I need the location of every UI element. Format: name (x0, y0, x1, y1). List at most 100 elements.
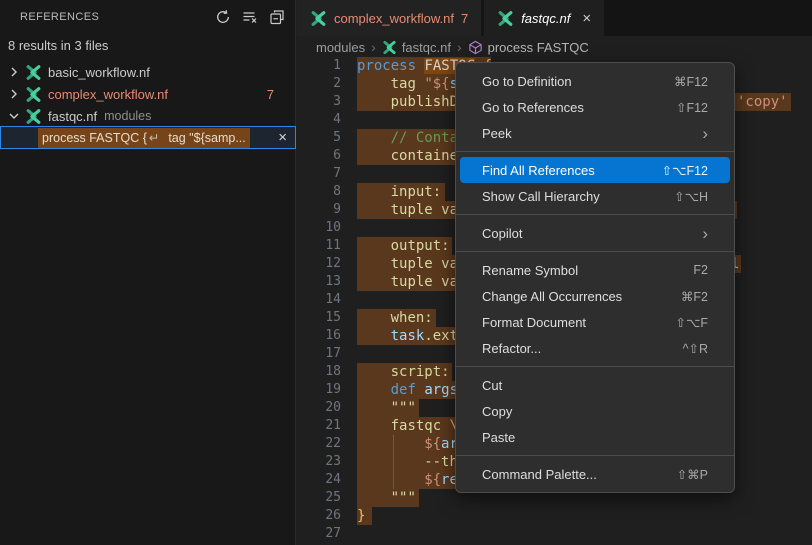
line-number[interactable]: 20 (297, 399, 341, 417)
menu-separator (456, 151, 734, 152)
menu-item-label: Show Call Hierarchy (482, 189, 674, 204)
indent-guide (393, 435, 394, 453)
menu-item-shortcut: ⌘F2 (681, 289, 708, 304)
tab-badge: 7 (461, 11, 468, 26)
menu-item-go-to-definition[interactable]: Go to Definition⌘F12 (460, 68, 730, 94)
menu-item-go-to-references[interactable]: Go to References⇧F12 (460, 94, 730, 120)
line-number[interactable]: 3 (297, 93, 341, 111)
file-label: basic_workflow.nf (48, 65, 150, 80)
editor-tabbar: complex_workflow.nf 7 fastqc.nf × (297, 0, 812, 36)
line-number[interactable]: 16 (297, 327, 341, 345)
code-line[interactable]: 27 (297, 525, 812, 543)
menu-item-label: Change All Occurrences (482, 289, 681, 304)
line-number[interactable]: 23 (297, 453, 341, 471)
menu-item-command-palette[interactable]: Command Palette...⇧⌘P (460, 461, 730, 487)
line-number[interactable]: 4 (297, 111, 341, 129)
chevron-right-icon[interactable] (6, 64, 22, 80)
close-icon[interactable]: × (582, 11, 591, 26)
breadcrumb-item-symbol[interactable]: process FASTQC (488, 40, 589, 55)
file-path-suffix: modules (104, 109, 151, 123)
panel-title: REFERENCES (20, 11, 215, 23)
menu-item-shortcut: ⇧⌥H (674, 189, 708, 204)
menu-separator (456, 214, 734, 215)
submenu-arrow-icon: › (702, 225, 708, 242)
line-number[interactable]: 2 (297, 75, 341, 93)
chevron-down-icon[interactable] (6, 108, 22, 124)
line-number[interactable]: 24 (297, 471, 341, 489)
menu-item-copilot[interactable]: Copilot› (460, 220, 730, 246)
close-icon[interactable]: × (278, 130, 287, 145)
code-text: } (357, 507, 365, 525)
tree-item-fastqc[interactable]: fastqc.nf modules (0, 105, 296, 127)
line-number[interactable]: 8 (297, 183, 341, 201)
line-number[interactable]: 9 (297, 201, 341, 219)
menu-item-show-call-hierarchy[interactable]: Show Call Hierarchy⇧⌥H (460, 183, 730, 209)
menu-item-rename-symbol[interactable]: Rename SymbolF2 (460, 257, 730, 283)
code-text: output: (391, 237, 450, 255)
menu-item-peek[interactable]: Peek› (460, 120, 730, 146)
code-line[interactable]: 26} (297, 507, 812, 525)
tab-complex-workflow[interactable]: complex_workflow.nf 7 (297, 0, 481, 36)
chevron-right-icon: › (456, 39, 463, 55)
menu-separator (456, 366, 734, 367)
menu-item-label: Rename Symbol (482, 263, 693, 278)
code-text: when: (391, 309, 433, 327)
tab-fastqc[interactable]: fastqc.nf × (484, 0, 604, 36)
menu-item-label: Format Document (482, 315, 675, 330)
reference-result-row[interactable]: process FASTQC {↵ tag "${samp... × (0, 126, 296, 149)
line-number[interactable]: 26 (297, 507, 341, 525)
clear-references-icon[interactable] (242, 9, 258, 25)
breadcrumb-item-modules[interactable]: modules (316, 40, 365, 55)
menu-item-label: Go to References (482, 100, 676, 115)
chevron-right-icon[interactable] (6, 86, 22, 102)
code-text: script: (391, 363, 450, 381)
code-text: input: (391, 183, 442, 201)
references-panel: REFERENCES 8 results in 3 files (0, 0, 296, 545)
tree-item-basic-workflow[interactable]: basic_workflow.nf (0, 61, 296, 83)
line-number[interactable]: 17 (297, 345, 341, 363)
menu-item-label: Refactor... (482, 341, 683, 356)
line-number[interactable]: 14 (297, 291, 341, 309)
line-number[interactable]: 12 (297, 255, 341, 273)
collapse-all-icon[interactable] (269, 9, 285, 25)
indent-guide (393, 453, 394, 471)
context-menu: Go to Definition⌘F12Go to References⇧F12… (455, 62, 735, 493)
line-number[interactable]: 18 (297, 363, 341, 381)
line-number[interactable]: 6 (297, 147, 341, 165)
symbol-cube-icon (468, 40, 483, 55)
menu-item-cut[interactable]: Cut (460, 372, 730, 398)
line-number[interactable]: 21 (297, 417, 341, 435)
line-number[interactable]: 11 (297, 237, 341, 255)
line-number[interactable]: 25 (297, 489, 341, 507)
line-number[interactable]: 19 (297, 381, 341, 399)
line-number[interactable]: 5 (297, 129, 341, 147)
menu-separator (456, 251, 734, 252)
results-tree: basic_workflow.nf complex_workflow.nf 7 (0, 61, 296, 127)
menu-item-label: Cut (482, 378, 708, 393)
menu-item-label: Paste (482, 430, 708, 445)
menu-item-label: Copy (482, 404, 708, 419)
menu-item-find-all-references[interactable]: Find All References⇧⌥F12 (460, 157, 730, 183)
menu-item-change-all-occurrences[interactable]: Change All Occurrences⌘F2 (460, 283, 730, 309)
line-number[interactable]: 15 (297, 309, 341, 327)
nextflow-file-icon (497, 10, 514, 27)
tree-item-complex-workflow[interactable]: complex_workflow.nf 7 (0, 83, 296, 105)
chevron-right-icon: › (370, 39, 377, 55)
line-number[interactable]: 13 (297, 273, 341, 291)
line-number[interactable]: 10 (297, 219, 341, 237)
file-label: fastqc.nf (48, 109, 97, 124)
breadcrumb-item-file[interactable]: fastqc.nf (402, 40, 451, 55)
refresh-icon[interactable] (215, 9, 231, 25)
menu-item-refactor[interactable]: Refactor...^⇧R (460, 335, 730, 361)
menu-item-paste[interactable]: Paste (460, 424, 730, 450)
menu-item-label: Find All References (482, 163, 662, 178)
menu-item-copy[interactable]: Copy (460, 398, 730, 424)
menu-item-shortcut: ⇧⌥F12 (662, 163, 708, 178)
line-number[interactable]: 7 (297, 165, 341, 183)
line-number[interactable]: 27 (297, 525, 341, 543)
tab-label: fastqc.nf (521, 11, 570, 26)
line-number[interactable]: 22 (297, 435, 341, 453)
results-summary: 8 results in 3 files (8, 38, 108, 53)
line-number[interactable]: 1 (297, 57, 341, 75)
menu-item-format-document[interactable]: Format Document⇧⌥F (460, 309, 730, 335)
